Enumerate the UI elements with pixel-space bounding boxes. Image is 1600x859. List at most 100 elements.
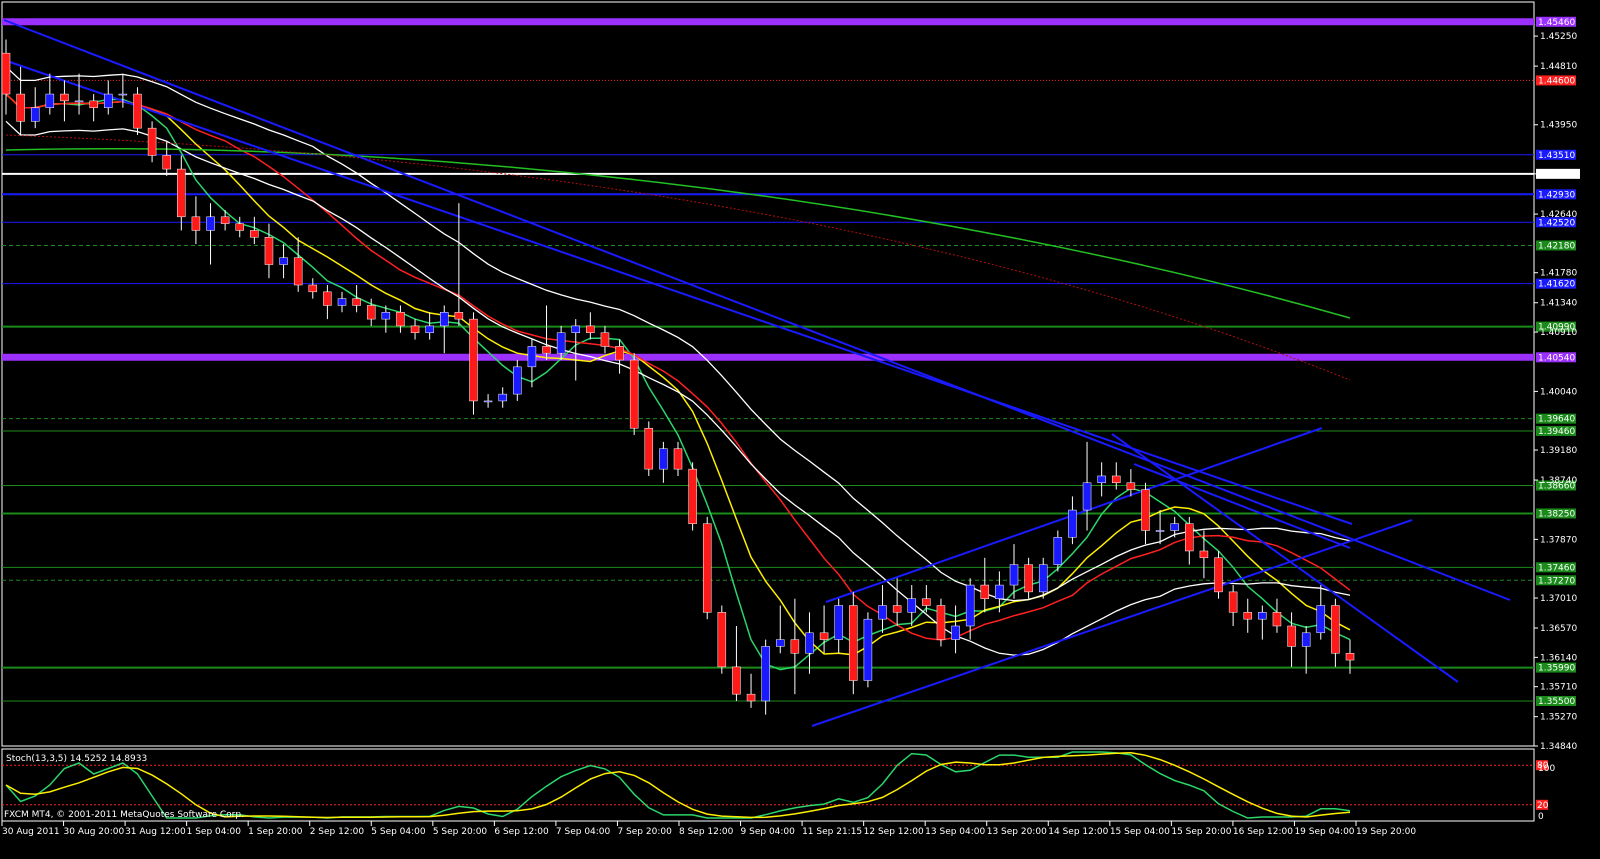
candle-body-61[interactable] xyxy=(892,605,902,613)
candle-body-87[interactable] xyxy=(1272,612,1282,627)
candle-body-40[interactable] xyxy=(586,325,595,333)
candle-body-81[interactable] xyxy=(1185,523,1194,552)
candle-body-7[interactable] xyxy=(104,93,113,108)
candle-body-45[interactable] xyxy=(659,448,668,470)
candle-body-67[interactable] xyxy=(980,584,990,599)
candle-body-4[interactable] xyxy=(60,93,69,102)
price-level-label-10: 1.39460 xyxy=(1538,427,1575,437)
candle-body-12[interactable] xyxy=(177,168,186,218)
candle-body-26[interactable] xyxy=(381,312,391,320)
candle-body-23[interactable] xyxy=(337,298,347,306)
candle-body-48[interactable] xyxy=(702,523,712,613)
candle-body-56[interactable] xyxy=(819,632,829,640)
candle-body-39[interactable] xyxy=(571,325,580,333)
candle-body-22[interactable] xyxy=(323,291,332,306)
candle-body-31[interactable] xyxy=(454,312,464,320)
candle-body-68[interactable] xyxy=(995,584,1004,599)
trend-line-4[interactable] xyxy=(1111,433,1459,683)
candle-body-14[interactable] xyxy=(206,216,215,231)
candle-body-71[interactable] xyxy=(1038,564,1048,593)
candle-body-29[interactable] xyxy=(425,325,434,333)
candle-body-64[interactable] xyxy=(936,605,946,640)
candle-body-52[interactable] xyxy=(761,646,770,702)
candle-body-77[interactable] xyxy=(1126,482,1136,490)
candle-body-44[interactable] xyxy=(644,427,654,470)
candle-body-6[interactable] xyxy=(89,100,98,108)
candle-body-86[interactable] xyxy=(1258,612,1267,620)
candle-body-74[interactable] xyxy=(1082,482,1092,511)
candle-body-80[interactable] xyxy=(1170,523,1179,531)
candle-body-2[interactable] xyxy=(30,107,40,122)
candle-body-70[interactable] xyxy=(1024,564,1033,593)
candle-body-5[interactable] xyxy=(74,100,84,103)
candle-body-54[interactable] xyxy=(790,639,800,654)
candle-body-0[interactable] xyxy=(1,52,11,95)
candle-body-13[interactable] xyxy=(191,216,201,231)
candle-body-8[interactable] xyxy=(118,93,128,96)
candle-body-58[interactable] xyxy=(849,605,858,681)
candle-body-9[interactable] xyxy=(133,93,142,129)
candle-body-84[interactable] xyxy=(1228,591,1238,613)
candle-body-66[interactable] xyxy=(965,584,975,627)
candle-body-21[interactable] xyxy=(308,284,318,293)
candle-body-65[interactable] xyxy=(951,625,960,640)
candle-body-83[interactable] xyxy=(1214,557,1223,593)
candle-body-88[interactable] xyxy=(1287,625,1296,647)
candle-body-92[interactable] xyxy=(1345,653,1355,661)
candle-body-38[interactable] xyxy=(556,332,566,354)
candle-body-75[interactable] xyxy=(1097,475,1106,484)
candle-body-30[interactable] xyxy=(440,312,449,327)
candle-body-19[interactable] xyxy=(279,257,288,265)
candle-body-82[interactable] xyxy=(1199,550,1209,559)
candle-body-89[interactable] xyxy=(1301,632,1311,647)
candle-body-1[interactable] xyxy=(16,93,25,122)
y-tick-label-6: 1.41340 xyxy=(1540,299,1577,309)
candle-body-42[interactable] xyxy=(615,346,624,361)
candle-body-51[interactable] xyxy=(746,693,756,702)
candle-body-46[interactable] xyxy=(673,448,683,470)
candle-body-32[interactable] xyxy=(469,318,478,402)
candle-body-90[interactable] xyxy=(1316,605,1326,634)
candle-body-76[interactable] xyxy=(1112,475,1121,484)
candle-body-33[interactable] xyxy=(483,400,493,403)
candle-body-18[interactable] xyxy=(264,237,274,265)
candle-body-36[interactable] xyxy=(527,346,537,368)
candle-body-50[interactable] xyxy=(732,666,741,695)
candle-body-16[interactable] xyxy=(235,223,244,231)
stoch-level-label-1: 20 xyxy=(1537,801,1549,811)
candle-body-72[interactable] xyxy=(1053,537,1063,565)
y-tick-label-3: 1.43230 xyxy=(1540,170,1577,180)
candle-body-43[interactable] xyxy=(629,359,639,429)
candle-body-25[interactable] xyxy=(366,305,376,320)
candle-body-15[interactable] xyxy=(220,216,230,224)
candle-body-55[interactable] xyxy=(805,632,814,654)
candle-body-28[interactable] xyxy=(410,325,420,333)
candle-body-10[interactable] xyxy=(147,127,157,156)
candle-body-79[interactable] xyxy=(1155,530,1165,532)
candle-body-91[interactable] xyxy=(1331,605,1340,654)
candle-body-53[interactable] xyxy=(776,639,785,647)
candle-body-24[interactable] xyxy=(352,298,361,306)
candle-body-85[interactable] xyxy=(1243,612,1252,620)
candle-body-27[interactable] xyxy=(396,312,405,327)
candle-body-20[interactable] xyxy=(293,257,303,286)
candle-body-17[interactable] xyxy=(250,230,259,238)
candle-body-78[interactable] xyxy=(1141,489,1150,531)
candle-body-3[interactable] xyxy=(45,93,55,108)
candle-body-59[interactable] xyxy=(863,618,873,681)
candle-body-41[interactable] xyxy=(600,332,610,347)
candle-body-60[interactable] xyxy=(878,605,887,620)
candle-body-49[interactable] xyxy=(717,612,727,668)
candle-body-35[interactable] xyxy=(513,366,522,395)
candle-body-37[interactable] xyxy=(542,346,551,354)
candle-body-62[interactable] xyxy=(907,598,916,613)
candle-body-47[interactable] xyxy=(688,468,697,524)
candle-body-34[interactable] xyxy=(498,393,507,402)
candle-body-57[interactable] xyxy=(834,605,843,640)
price-chart[interactable]: 1.454601.446001.435101.429301.425201.421… xyxy=(0,0,1600,855)
chart-window[interactable]: 1.45460 1.44600 1.43510 1.42930 1.42520 1.421… xyxy=(0,0,1600,855)
candle-body-11[interactable] xyxy=(162,155,171,170)
candle-body-69[interactable] xyxy=(1009,564,1019,586)
candle-body-73[interactable] xyxy=(1068,509,1077,538)
candle-body-63[interactable] xyxy=(922,598,931,606)
